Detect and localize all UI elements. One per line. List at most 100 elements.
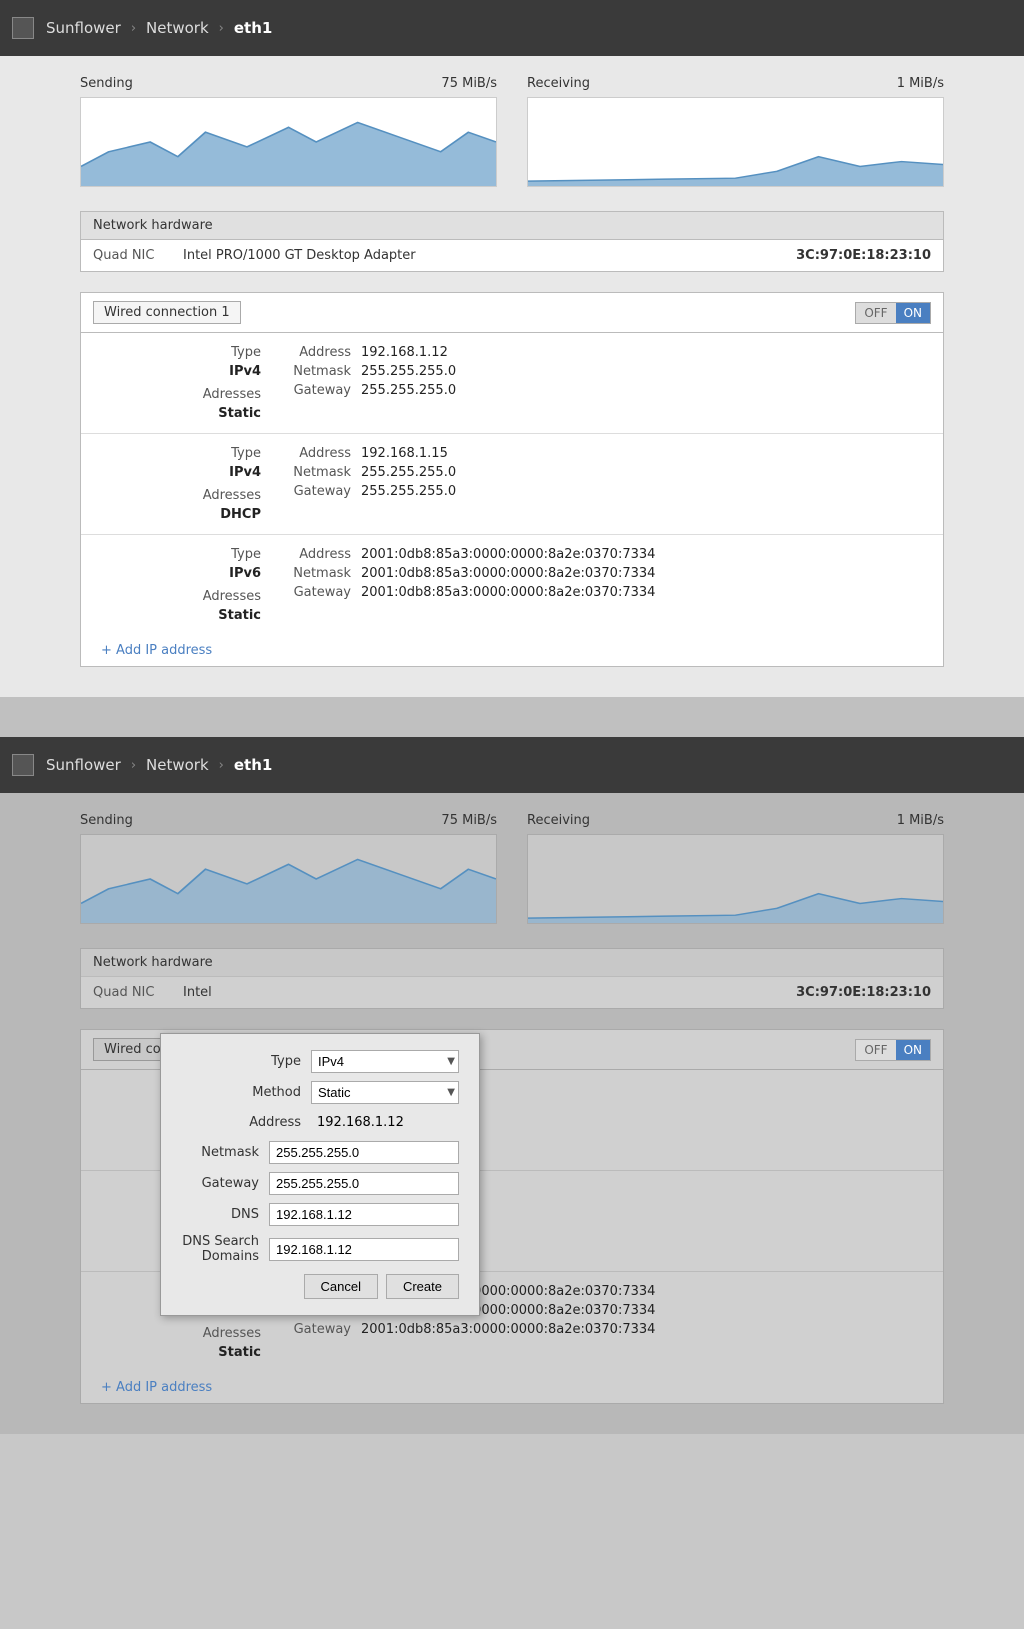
nic-mac2: 3C:97:0E:18:23:10: [796, 985, 931, 1000]
dialog-type-row: Type IPv4 IPv6 ▼: [181, 1050, 459, 1073]
dialog-dns-row: DNS: [181, 1203, 459, 1226]
dialog-dns-search-label: DNS Search Domains: [181, 1234, 269, 1264]
dialog-type-select-wrapper[interactable]: IPv4 IPv6 ▼: [311, 1050, 459, 1073]
addr-value-0: Static: [101, 406, 261, 421]
connection-box1: Wired connection 1 OFF ON Type IPv4 Adre…: [80, 292, 944, 667]
dialog-dns-search-input[interactable]: [269, 1238, 459, 1261]
breadcrumb-eth1-2[interactable]: eth1: [224, 752, 282, 778]
sending-chart: Sending 75 MiB/s: [80, 76, 497, 187]
ip-addr-2: 2001:0db8:85a3:0000:0000:8a2e:0370:7334: [361, 547, 655, 562]
ip-gateway-1: 255.255.255.0: [361, 484, 456, 499]
hardware-row1: Quad NIC Intel PRO/1000 GT Desktop Adapt…: [81, 240, 943, 271]
receiving-label2: Receiving: [527, 813, 590, 828]
ip-addr-1: 192.168.1.15: [361, 446, 448, 461]
nic-type2: Quad NIC: [93, 985, 183, 1000]
nic-name2: Intel: [183, 985, 796, 1000]
dialog-address-row: Address 192.168.1.12: [181, 1112, 459, 1133]
add-ip-button1[interactable]: + Add IP address: [81, 635, 943, 666]
ip-entry-2: Type IPv6 Adresses Static Address 2001:0…: [81, 535, 943, 635]
ip-gateway-2: 2001:0db8:85a3:0000:0000:8a2e:0370:7334: [361, 585, 655, 600]
toggle-off2[interactable]: OFF: [856, 1040, 895, 1060]
connection-name1[interactable]: Wired connection 1: [93, 301, 241, 324]
network-hardware-box1: Network hardware Quad NIC Intel PRO/1000…: [80, 211, 944, 272]
nic-name1: Intel PRO/1000 GT Desktop Adapter: [183, 248, 796, 263]
sending-chart-area2: [80, 834, 497, 924]
receiving-value2: 1 MiB/s: [897, 813, 944, 828]
dialog-address-label: Address: [181, 1115, 311, 1130]
dialog-dns-input[interactable]: [269, 1203, 459, 1226]
type-value-2: IPv6: [101, 566, 261, 581]
titlebar2: Sunflower › Network › eth1: [0, 737, 1024, 793]
dialog-gateway-label: Gateway: [181, 1176, 269, 1191]
nic-mac1: 3C:97:0E:18:23:10: [796, 248, 931, 263]
receiving-chart-area: [527, 97, 944, 187]
dialog-dns-label: DNS: [181, 1207, 269, 1222]
type-label-2: Type: [101, 547, 261, 562]
dialog-method-label: Method: [181, 1085, 311, 1100]
type-value-0: IPv4: [101, 364, 261, 379]
charts-row2: Sending 75 MiB/s Receiving 1 MiB/s: [80, 813, 944, 924]
receiving-label: Receiving: [527, 76, 590, 91]
add-ip-button2[interactable]: + Add IP address: [81, 1372, 943, 1403]
toggle-on1[interactable]: ON: [896, 303, 930, 323]
ip-addr-0: 192.168.1.12: [361, 345, 448, 360]
dialog-overlay: Type IPv4 IPv6 ▼ Method Static D: [160, 1033, 480, 1316]
toggle-on2[interactable]: ON: [896, 1040, 930, 1060]
dialog-method-select-wrapper[interactable]: Static DHCP ▼: [311, 1081, 459, 1104]
main-content2: Sending 75 MiB/s Receiving 1 MiB/s: [0, 793, 1024, 1434]
dialog-address-value: 192.168.1.12: [311, 1112, 459, 1133]
screen-gap: [0, 697, 1024, 737]
ip-entry-0: Type IPv4 Adresses Static Address 192.16…: [81, 333, 943, 434]
dialog-box: Type IPv4 IPv6 ▼ Method Static D: [160, 1033, 480, 1316]
sending-chart-area: [80, 97, 497, 187]
dialog-type-select[interactable]: IPv4 IPv6: [311, 1050, 459, 1073]
addr-label-2: Adresses: [101, 589, 261, 604]
type-label-0: Type: [101, 345, 261, 360]
dialog-method-row: Method Static DHCP ▼: [181, 1081, 459, 1104]
ip-netmask-2: 2001:0db8:85a3:0000:0000:8a2e:0370:7334: [361, 566, 655, 581]
toggle-off1[interactable]: OFF: [856, 303, 895, 323]
main-content1: Sending 75 MiB/s Receiving 1 MiB/s: [0, 56, 1024, 697]
breadcrumb-network2[interactable]: Network: [136, 752, 219, 778]
dialog-type-label: Type: [181, 1054, 311, 1069]
dialog-method-select[interactable]: Static DHCP: [311, 1081, 459, 1104]
breadcrumb-sunflower1[interactable]: Sunflower: [36, 15, 131, 41]
dialog-netmask-input[interactable]: [269, 1141, 459, 1164]
receiving-chart: Receiving 1 MiB/s: [527, 76, 944, 187]
breadcrumb-network1[interactable]: Network: [136, 15, 219, 41]
connection-toggle2[interactable]: OFF ON: [855, 1039, 931, 1061]
ip-netmask-1: 255.255.255.0: [361, 465, 456, 480]
dialog-netmask-row: Netmask: [181, 1141, 459, 1164]
ip-netmask-0: 255.255.255.0: [361, 364, 456, 379]
charts-row1: Sending 75 MiB/s Receiving 1 MiB/s: [80, 76, 944, 187]
nic-type1: Quad NIC: [93, 248, 183, 263]
receiving-chart-area2: [527, 834, 944, 924]
sending-value2: 75 MiB/s: [441, 813, 497, 828]
type-value-1: IPv4: [101, 465, 261, 480]
screen2: Sunflower › Network › eth1 Sending 75 Mi…: [0, 737, 1024, 1434]
receiving-chart2: Receiving 1 MiB/s: [527, 813, 944, 924]
addr-value-2: Static: [101, 608, 261, 623]
breadcrumb-sunflower2[interactable]: Sunflower: [36, 752, 131, 778]
create-button[interactable]: Create: [386, 1274, 459, 1299]
addr-value-1: DHCP: [101, 507, 261, 522]
screen1: Sunflower › Network › eth1 Sending 75 Mi…: [0, 0, 1024, 697]
sending-label2: Sending: [80, 813, 133, 828]
sending-label: Sending: [80, 76, 133, 91]
breadcrumb-eth1-1[interactable]: eth1: [224, 15, 282, 41]
type-label-1: Type: [101, 446, 261, 461]
ip-entry-1: Type IPv4 Adresses DHCP Address 192.168.…: [81, 434, 943, 535]
dialog-gateway-input[interactable]: [269, 1172, 459, 1195]
network-hardware-box2: Network hardware Quad NIC Intel 3C:97:0E…: [80, 948, 944, 1009]
sending-value: 75 MiB/s: [441, 76, 497, 91]
network-hardware-header2: Network hardware: [81, 949, 943, 977]
addr-label-0: Adresses: [101, 387, 261, 402]
dialog-dns-search-row: DNS Search Domains: [181, 1234, 459, 1264]
hardware-row2: Quad NIC Intel 3C:97:0E:18:23:10: [81, 977, 943, 1008]
receiving-value: 1 MiB/s: [897, 76, 944, 91]
connection-header1: Wired connection 1 OFF ON: [81, 293, 943, 333]
app-icon: [12, 17, 34, 39]
titlebar1: Sunflower › Network › eth1: [0, 0, 1024, 56]
cancel-button[interactable]: Cancel: [304, 1274, 378, 1299]
connection-toggle1[interactable]: OFF ON: [855, 302, 931, 324]
